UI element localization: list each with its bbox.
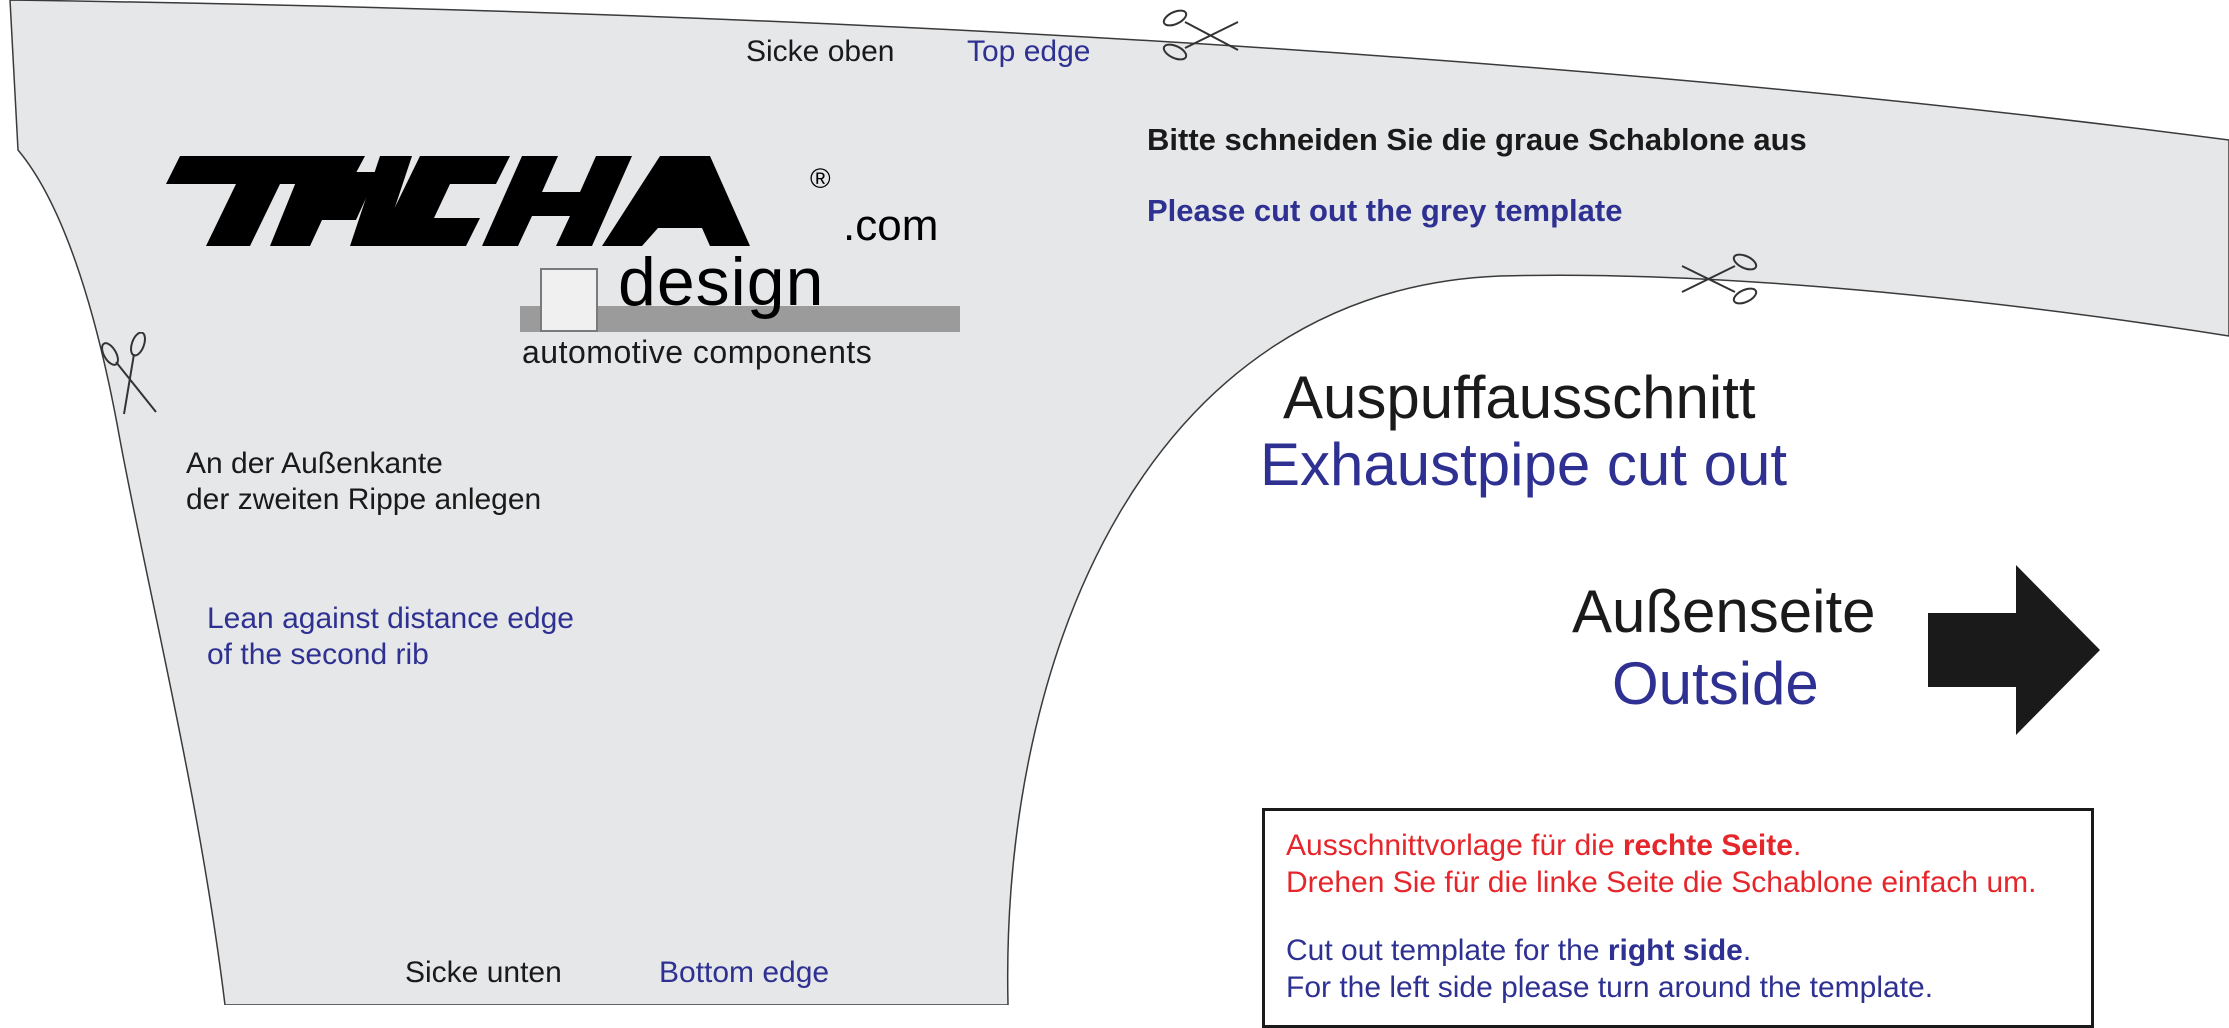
bottom-edge-label-en: Bottom edge xyxy=(659,956,830,989)
top-edge-label-en: Top edge xyxy=(967,35,1091,68)
notice-de-line1: Ausschnittvorlage für die rechte Seite. xyxy=(1286,828,1801,863)
scissors-icon xyxy=(1162,9,1239,61)
scissors-icon xyxy=(101,332,157,415)
cut-instruction-de: Bitte schneiden Sie die graue Schablone … xyxy=(1147,122,1807,157)
placement-de-line2: der zweiten Rippe anlegen xyxy=(186,483,542,516)
placement-en-line1: Lean against distance edge xyxy=(207,602,574,635)
logo-tagline: automotive components xyxy=(522,334,873,370)
registered-mark: ® xyxy=(810,163,831,194)
outside-label-en: Outside xyxy=(1612,650,1819,717)
arrow-right-icon xyxy=(1928,565,2100,735)
notice-en-line2: For the left side please turn around the… xyxy=(1286,971,1934,1004)
notice-de-prefix: Ausschnittvorlage für die xyxy=(1286,829,1623,862)
piecha-wordmark xyxy=(166,156,750,246)
top-edge-label-de: Sicke oben xyxy=(746,35,895,68)
outside-label-de: Außenseite xyxy=(1572,578,1876,645)
notice-de-line2: Drehen Sie für die linke Seite die Schab… xyxy=(1286,866,2037,899)
placement-de-line1: An der Außenkante xyxy=(186,447,443,480)
notice-box: Ausschnittvorlage für die rechte Seite. … xyxy=(1262,808,2094,1028)
logo-design-word: design xyxy=(618,244,825,320)
bottom-edge-label-de: Sicke unten xyxy=(405,956,562,989)
scissors-icon xyxy=(1681,253,1758,305)
notice-de-bold: rechte Seite xyxy=(1622,829,1793,862)
notice-en-bold: right side xyxy=(1607,934,1743,967)
notice-en-line1: Cut out template for the right side. xyxy=(1286,933,1751,968)
logo-square xyxy=(540,268,598,332)
notice-en-suffix: . xyxy=(1742,934,1752,967)
placement-en-line2: of the second rib xyxy=(207,638,429,671)
notice-en-prefix: Cut out template for the xyxy=(1286,934,1608,967)
notice-de-suffix: . xyxy=(1792,829,1802,862)
exhaust-cutout-de: Auspuffausschnitt xyxy=(1283,364,1756,431)
exhaust-cutout-en: Exhaustpipe cut out xyxy=(1260,431,1788,498)
cut-instruction-en: Please cut out the grey template xyxy=(1147,193,1623,228)
logo-domain: .com xyxy=(843,201,939,250)
